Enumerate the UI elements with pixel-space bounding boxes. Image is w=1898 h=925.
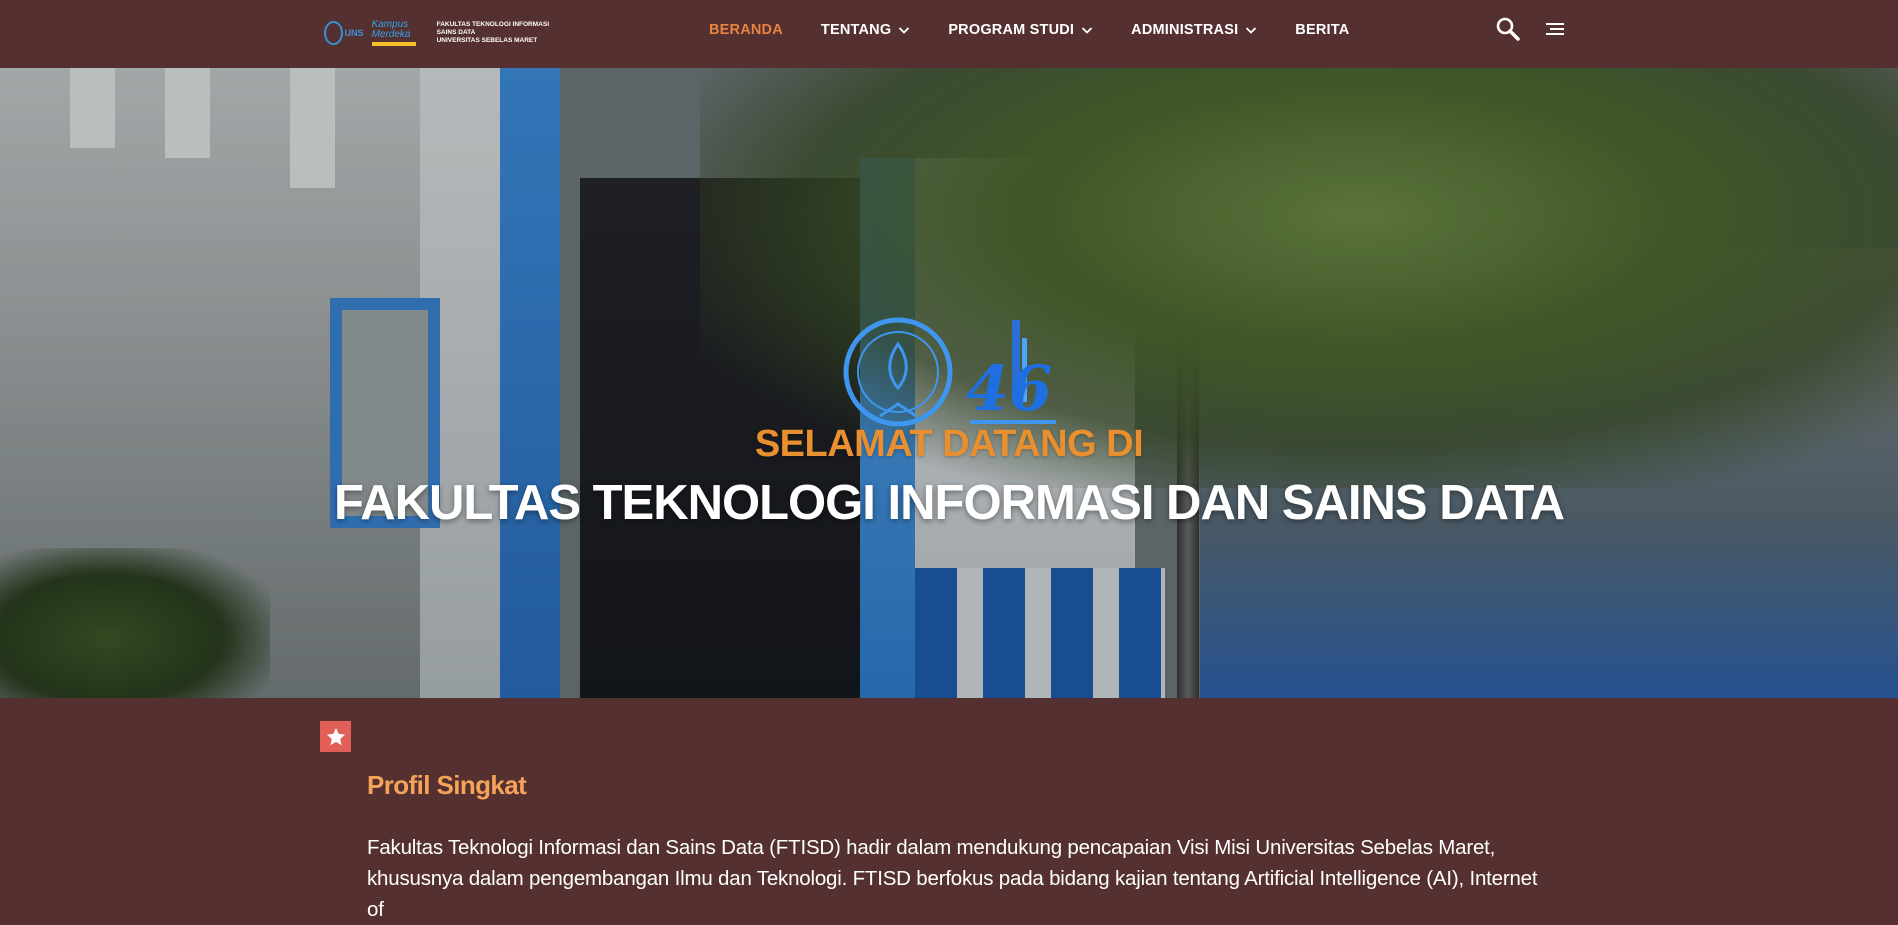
menu-icon[interactable] [1541, 15, 1569, 43]
nav-berita-label: BERITA [1295, 22, 1350, 38]
kampus-merdeka-text: Kampus Merdeka [371, 19, 411, 40]
profile-badge [320, 721, 351, 752]
uns-emblem-icon [324, 21, 343, 45]
chevron-down-icon [1246, 27, 1257, 34]
hero-subtitle: SELAMAT DATANG DI [754, 423, 1144, 465]
nav-program-studi-label: PROGRAM STUDI [948, 22, 1075, 38]
logo-text-block: FAKULTAS TEKNOLOGI INFORMASI SAINS DATA … [437, 21, 549, 45]
main-nav: BERANDA TENTANG PROGRAM STUDI ADMINISTRA… [709, 0, 1387, 60]
nav-berita[interactable]: BERITA [1295, 22, 1349, 38]
hero-banner: 46 SELAMAT DATANG DI FAKULTAS TEKNOLOGI … [0, 68, 1898, 698]
nav-administrasi[interactable]: ADMINISTRASI [1131, 22, 1257, 38]
logo-line-3: UNIVERSITAS SEBELAS MARET [436, 37, 538, 44]
faculty-emblem-icon: 46 [843, 317, 1056, 427]
nav-program-studi[interactable]: PROGRAM STUDI [948, 22, 1093, 38]
nav-tentang-label: TENTANG [820, 22, 892, 38]
logo-line-2: SAINS DATA [436, 29, 476, 36]
chevron-down-icon [899, 27, 910, 34]
nav-tentang[interactable]: TENTANG [821, 22, 910, 38]
site-logo[interactable]: UNS Kampus Merdeka FAKULTAS TEKNOLOGI IN… [324, 16, 549, 50]
search-icon[interactable] [1494, 15, 1522, 43]
uns-logo-text: UNS [344, 27, 364, 38]
profile-body: Fakultas Teknologi Informasi dan Sains D… [367, 836, 1538, 921]
kampus-merdeka-bar [371, 42, 416, 46]
nav-administrasi-label: ADMINISTRASI [1131, 22, 1239, 38]
kampus-merdeka-logo: Kampus Merdeka [371, 19, 429, 46]
logo-line-1: FAKULTAS TEKNOLOGI INFORMASI [436, 21, 549, 28]
profile-title: Profil Singkat [367, 770, 527, 800]
star-icon [326, 727, 345, 745]
anniversary-number: 46 [966, 352, 1052, 425]
site-header: UNS Kampus Merdeka FAKULTAS TEKNOLOGI IN… [0, 0, 1898, 68]
nav-beranda-label: BERANDA [709, 22, 783, 38]
hero-title: FAKULTAS TEKNOLOGI INFORMASI DAN SAINS D… [333, 476, 1565, 530]
chevron-down-icon [1082, 27, 1093, 34]
nav-beranda[interactable]: BERANDA [709, 22, 783, 38]
